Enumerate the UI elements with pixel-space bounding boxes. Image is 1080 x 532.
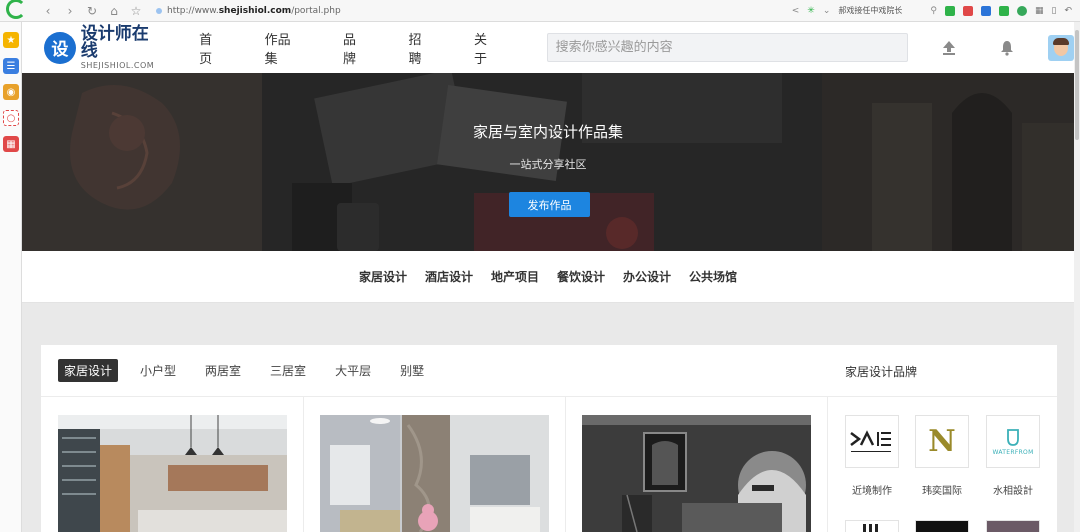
column-divider [303,397,304,532]
page-scrollbar[interactable] [1074,22,1080,532]
chevron-down-icon[interactable]: ⌄ [823,6,831,16]
project-thumbnail[interactable] [582,415,811,532]
image-tool-icon[interactable] [944,5,955,16]
browser-toolbar: ‹ › ↻ ⌂ ☆ http://www.shejishiol.com/port… [0,0,1080,22]
tab-large-flat[interactable]: 大平层 [335,362,371,379]
brand-section-title: 家居设计品牌 [845,365,918,379]
project-thumbnail[interactable] [320,415,549,532]
brand-logo-partial[interactable] [986,520,1040,532]
tab-three-bedroom[interactable]: 三居室 [270,362,306,379]
lightning-icon[interactable]: ✳ [807,6,815,16]
project-image-living [320,415,549,532]
tab-villa[interactable]: 别墅 [400,362,424,379]
project-image-kitchen [58,415,287,532]
refresh-icon[interactable]: ↻ [86,4,98,18]
brand-logo-waterfrom[interactable]: WATERFROM [986,415,1040,468]
category-home-design[interactable]: 家居设计 [359,268,407,285]
nav-jobs[interactable]: 招聘 [408,29,434,67]
banner-title: 家居与室内设计作品集 [472,123,623,141]
hero-banner: 家居与室内设计作品集 一站式分享社区 发布作品 [22,73,1074,251]
nav-home[interactable]: 首页 [199,29,225,67]
search-input[interactable] [546,33,908,62]
game-sidebar-icon[interactable]: ▦ [3,136,19,152]
site-logo[interactable]: 设 设计师在线 SHEJISHIOL.COM [44,23,165,70]
shield-icon[interactable] [1016,5,1027,16]
home-icon[interactable]: ⌂ [108,4,120,18]
key-icon[interactable] [980,5,991,16]
waterfrom-logo-text: WATERFROM [992,449,1034,456]
site-security-icon [156,7,162,14]
brand-logo-partial-icon [863,523,878,532]
nav-portfolio[interactable]: 作品集 [265,29,303,67]
hot-news-text[interactable]: 郝戏接任中戏院长 [838,5,902,16]
tab-small-apartment[interactable]: 小户型 [140,362,176,379]
undo-icon[interactable]: ↶ [1064,6,1072,16]
upload-icon[interactable] [940,39,958,57]
nav-about[interactable]: 关于 [474,29,500,67]
waterfrom-logo-icon [1007,429,1019,446]
column-divider [565,397,566,532]
category-restaurant-design[interactable]: 餐饮设计 [557,268,605,285]
discover-icon[interactable]: ○ [3,110,19,126]
back-icon[interactable]: ‹ [42,4,54,18]
favorites-icon[interactable]: ★ [3,32,19,48]
brand-name-jinjing[interactable]: 近境制作 [837,482,907,497]
tablet-icon[interactable]: ▯ [1052,6,1057,16]
brand-logo-weiyi[interactable]: N [915,415,969,468]
home-design-panel: 家居设计 小户型 两居室 三居室 大平层 别墅 家居设计品牌 N WATERFR… [41,345,1057,532]
main-nav: 首页 作品集 品牌 招聘 关于 [199,29,540,67]
brand-logo-partial[interactable] [845,520,899,532]
game-icon[interactable] [998,5,1009,16]
avatar[interactable] [1047,34,1074,61]
category-bar: 家居设计 酒店设计 地产项目 餐饮设计 办公设计 公共场馆 [22,251,1074,303]
scissors-icon[interactable] [962,5,973,16]
site-header: 设 设计师在线 SHEJISHIOL.COM 首页 作品集 品牌 招聘 关于 [22,22,1074,73]
category-public-venue[interactable]: 公共场馆 [689,268,737,285]
logo-mark-icon: 设 [44,31,76,64]
brand-name-waterfrom[interactable]: 水相設計 [978,482,1048,497]
logo-name-en: SHEJISHIOL.COM [80,60,155,70]
tab-home-design[interactable]: 家居设计 [58,359,119,382]
tab-two-bedroom[interactable]: 两居室 [205,362,241,379]
reader-icon[interactable]: ☰ [3,58,19,74]
project-image-monochrome [582,415,811,532]
logo-name-cn: 设计师在线 [80,23,149,61]
publish-work-button[interactable]: 发布作品 [509,192,590,217]
column-divider [827,397,828,532]
jinjing-logo-icon [850,429,891,452]
brand-logo-jinjing[interactable] [845,415,899,468]
star-icon[interactable]: ☆ [130,4,142,18]
share-icon[interactable]: < [792,6,800,16]
browser-logo-icon[interactable] [4,0,26,21]
brand-name-weiyi[interactable]: 玮奕国际 [907,482,977,497]
category-hotel-design[interactable]: 酒店设计 [425,268,473,285]
weibo-icon[interactable]: ◉ [3,84,19,100]
header-actions [940,34,1074,61]
brand-logo-partial[interactable] [915,520,969,532]
category-office-design[interactable]: 办公设计 [623,268,671,285]
browser-sidebar: ★ ☰ ◉ ○ ▦ [0,22,22,532]
scroll-thumb[interactable] [1075,30,1079,140]
url-text: http://www.shejishiol.com/portal.php [167,5,341,16]
bell-icon[interactable] [998,39,1016,57]
project-thumbnail[interactable] [58,415,287,532]
banner-subtitle: 一站式分享社区 [509,158,587,171]
nav-brands[interactable]: 品牌 [343,29,369,67]
grid-icon[interactable]: ▦ [1035,6,1044,16]
browser-right-tools: < ✳ ⌄ 郝戏接任中戏院长 ⚲ ▦ ▯ ↶ [792,5,1072,16]
logo-text: 设计师在线 SHEJISHIOL.COM [80,23,165,70]
address-bar[interactable]: http://www.shejishiol.com/portal.php [156,2,716,20]
search-icon[interactable]: ⚲ [930,6,937,16]
category-real-estate[interactable]: 地产项目 [491,268,539,285]
forward-icon[interactable]: › [64,4,76,18]
weiyi-logo-text: N [928,424,956,459]
browser-nav-buttons: ‹ › ↻ ⌂ ☆ [42,4,142,18]
